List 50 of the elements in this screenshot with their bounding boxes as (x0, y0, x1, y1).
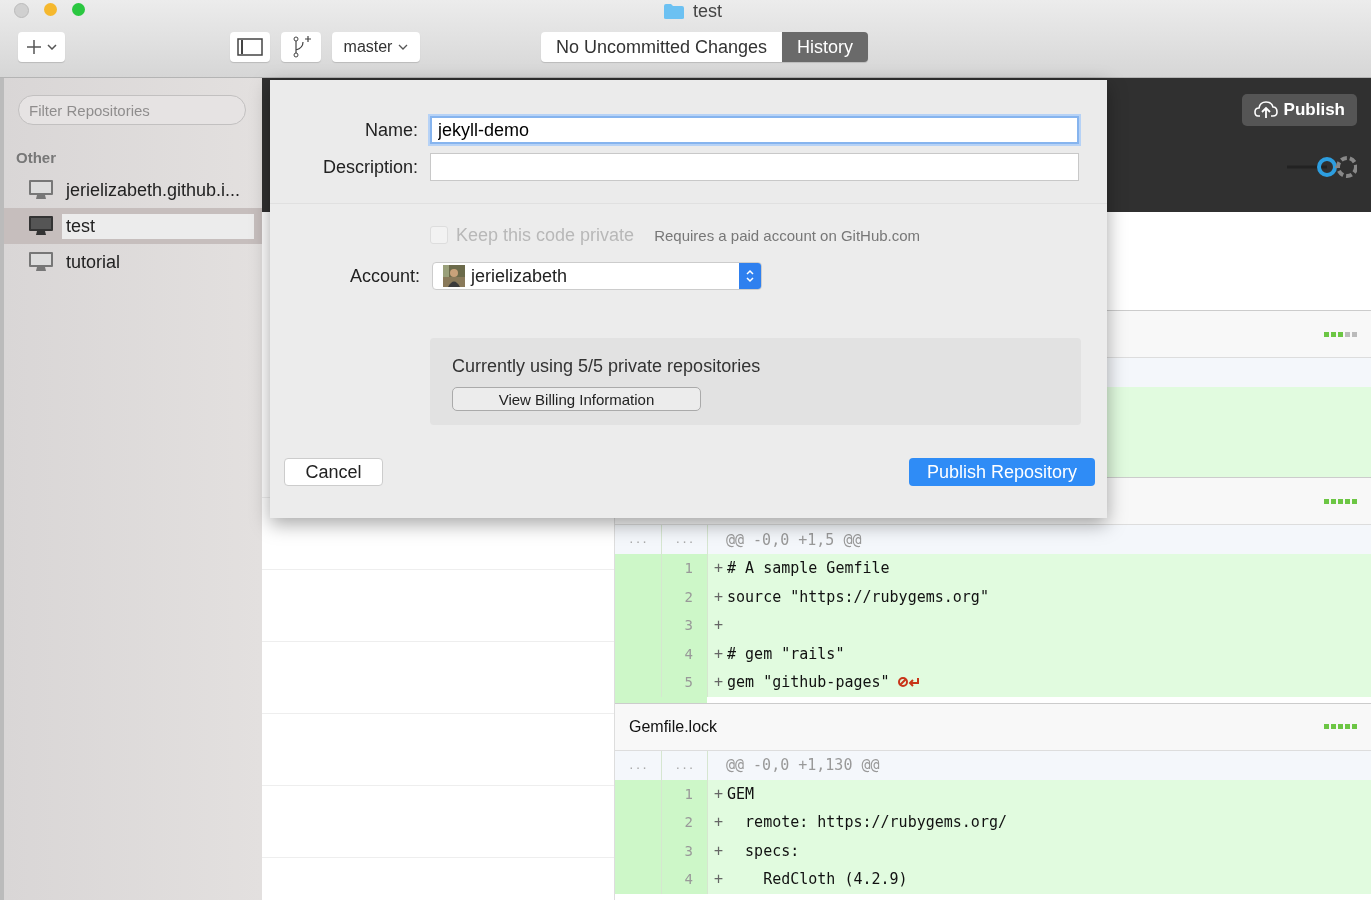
line-number: 5 (662, 668, 708, 697)
line-number: 2 (662, 582, 708, 611)
code-line: remote: https://rubygems.org/ (744, 813, 1007, 832)
name-field[interactable]: jekyll-demo (430, 116, 1079, 144)
account-select[interactable]: jerielizabeth (432, 262, 762, 290)
window-title: test (693, 0, 722, 22)
code-line: # gem "rails" (727, 644, 845, 663)
added-sign: + (714, 813, 724, 832)
added-sign: + (714, 673, 724, 692)
line-number: 3 (662, 836, 708, 865)
publish-button[interactable]: Publish (1241, 94, 1357, 126)
field-label: Account: (348, 265, 420, 287)
added-sign: + (714, 616, 724, 635)
repository-item[interactable]: tutorial (4, 244, 262, 280)
branch-dropdown[interactable]: master (332, 32, 420, 62)
cancel-button[interactable]: Cancel (284, 458, 383, 486)
code-line: GEM (727, 784, 755, 803)
hunk-header: @@ -0,0 +1,5 @@ (726, 530, 862, 549)
code-line: # A sample Gemfile (727, 559, 890, 578)
file-name: Gemfile.lock (629, 717, 718, 736)
code-line: RedCloth (4.2.9) (762, 870, 908, 889)
line-number: 1 (662, 554, 708, 583)
line-number: 2 (662, 808, 708, 837)
filter-field[interactable]: Filter Repositories (18, 95, 246, 125)
billing-button[interactable]: View Billing Information (452, 387, 701, 411)
added-sign: + (714, 870, 724, 889)
view-tab[interactable]: History (782, 32, 869, 62)
line-number: 4 (662, 865, 708, 894)
field-label: Name: (364, 119, 418, 141)
usage-text: Currently using 5/5 private repositories (452, 356, 761, 377)
added-sign: + (714, 587, 724, 606)
repository-item[interactable]: jerielizabeth.github.i... (4, 172, 262, 208)
line-number: 1 (662, 779, 708, 808)
private-note: Requires a paid account on GitHub.com (654, 226, 921, 244)
added-sign: + (714, 784, 724, 803)
view-tab[interactable]: No Uncommitted Changes (541, 32, 783, 62)
added-sign: + (714, 841, 724, 860)
field-label: Description: (321, 156, 418, 178)
added-sign: + (714, 644, 724, 663)
code-line: source "https://rubygems.org" (727, 587, 989, 606)
line-number: 4 (662, 639, 708, 668)
hunk-header: @@ -0,0 +1,130 @@ (726, 756, 880, 774)
line-gutter: ... (662, 750, 708, 780)
code-line: gem "github-pages" (727, 673, 890, 692)
repository-item[interactable]: test (4, 208, 262, 244)
added-sign: + (714, 559, 724, 578)
section-heading: Other (16, 149, 57, 166)
line-number: 3 (662, 611, 708, 640)
code-line: specs: (744, 841, 800, 860)
line-gutter: ... (615, 750, 662, 780)
